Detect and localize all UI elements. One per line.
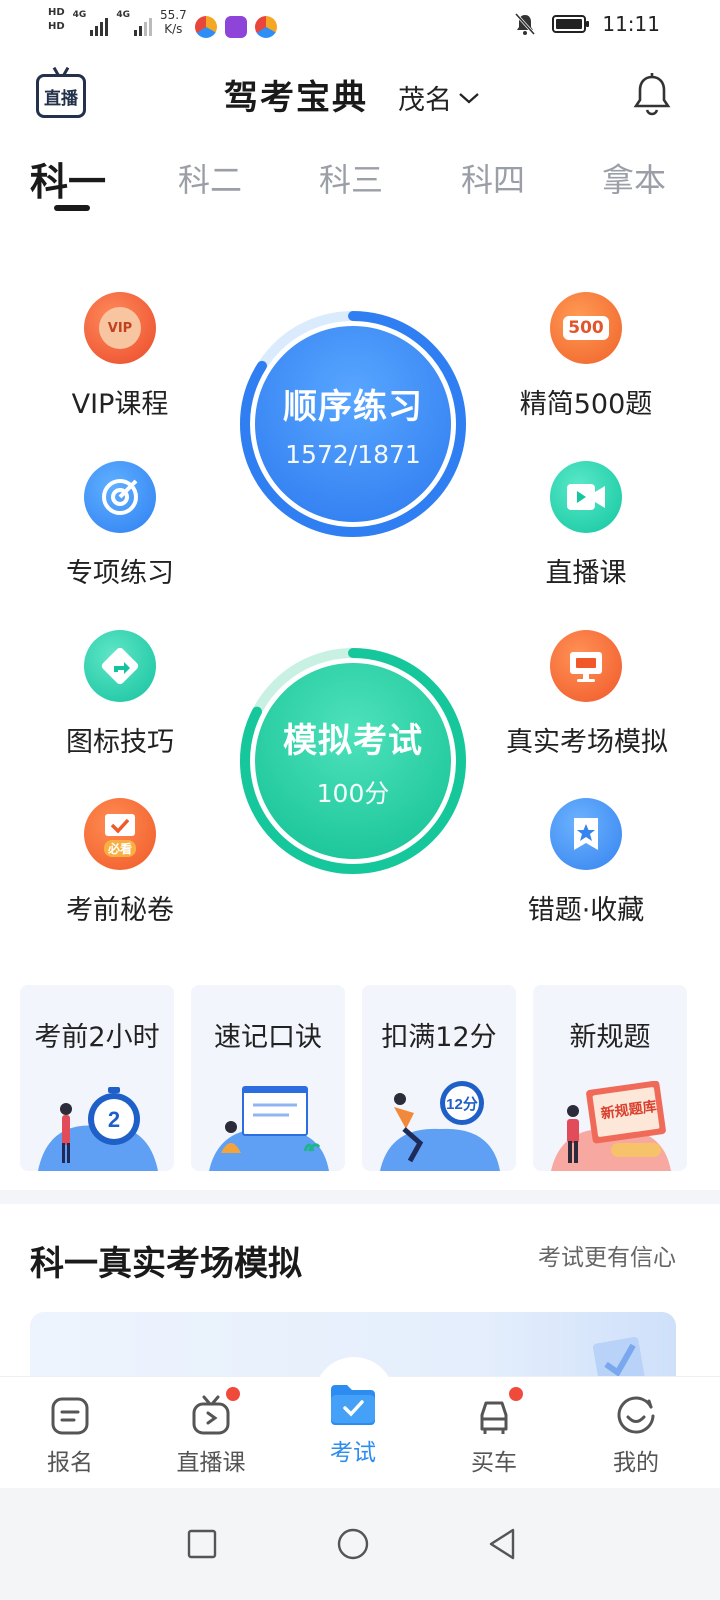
hd-indicator: HD HD [48,7,65,32]
app-notification-icon [224,16,247,38]
nav-exam[interactable]: 考试 [303,1377,403,1489]
vip-course-label: VIP课程 [71,389,169,420]
bookmark-star-icon [550,798,622,870]
real-exam-sim-item[interactable]: 真实考场模拟 [506,630,668,759]
app-notification-icon [254,16,277,38]
simple-500-item[interactable]: 500 精简500题 [506,292,666,421]
exam-folder-icon [327,1381,379,1427]
order-practice-title: 顺序练习 [283,387,423,427]
network-speed: 55.7 K/s [159,8,187,36]
quick-card-2-hours[interactable]: 考前2小时 2 [20,985,174,1171]
pre-exam-secret-label: 考前秘卷 [66,895,174,926]
notification-dot [226,1387,240,1401]
svg-text:12分: 12分 [446,1096,478,1113]
bell-icon[interactable] [632,72,672,118]
order-practice-progress: 1572/1871 [285,440,421,469]
quick-card-label: 扣满12分 [381,1022,497,1053]
app-notification-icon [194,16,217,38]
app-header: 直播 驾考宝典 茂名 [0,60,720,130]
real-exam-sim-label: 真实考场模拟 [506,727,668,758]
whiteboard-illustration [209,1086,329,1171]
signup-icon [49,1395,91,1437]
signal-2-icon: 4G [116,10,152,36]
tab-subject-3[interactable]: 科三 [319,155,383,201]
mistakes-favorites-item[interactable]: 错题·收藏 [506,798,666,927]
clock: 11:11 [602,12,660,36]
nav-signup-label: 报名 [47,1450,93,1476]
notification-dot [509,1387,523,1401]
quick-card-label: 新规题 [569,1022,651,1053]
mock-exam-title: 模拟考试 [283,720,423,761]
section-subtitle: 考试更有信心 [538,1245,676,1271]
vip-medal-icon: VIP [84,292,156,364]
tab-active-indicator [54,205,90,211]
status-bar: HD HD 4G 4G 55.7 K/s 11:11 [0,0,720,50]
trophy-500-icon: 500 [550,292,622,364]
simple-500-label: 精简500题 [519,389,653,420]
battery-icon [552,15,590,33]
order-practice-button[interactable]: 顺序练习 1572/1871 [237,308,469,540]
live-course-item[interactable]: 直播课 [506,461,666,590]
app-title: 驾考宝典 [224,78,368,118]
checklist-icon: 必看 [84,798,156,870]
sign-tips-label: 图标技巧 [66,727,174,758]
quick-card-label: 考前2小时 [34,1022,160,1053]
nav-buy-car-label: 买车 [471,1450,517,1476]
mistakes-favorites-label: 错题·收藏 [527,895,645,926]
nav-signup[interactable]: 报名 [20,1377,120,1489]
subject-tabs: 科一 科二 科三 科四 拿本 [0,155,720,215]
system-navigation-bar [0,1488,720,1600]
stopwatch-illustration: 2 [38,1087,158,1171]
section-divider [0,1190,720,1204]
nav-live-course-label: 直播课 [176,1450,246,1476]
special-practice-label: 专项练习 [66,558,174,589]
quick-card-mnemonics[interactable]: 速记口诀 [191,985,345,1171]
pre-exam-secret-item[interactable]: 必看 考前秘卷 [40,798,200,927]
monitor-icon [550,630,622,702]
nav-exam-label: 考试 [330,1440,376,1466]
live-tv-icon-label: 直播 [44,88,78,109]
road-sign-icon [84,630,156,702]
city-label: 茂名 [398,85,452,116]
tab-subject-2[interactable]: 科二 [178,155,242,201]
tab-license[interactable]: 拿本 [602,155,666,201]
target-icon [84,461,156,533]
bell-off-icon [515,12,536,36]
vip-course-item[interactable]: VIP VIP课程 [40,292,200,421]
special-practice-item[interactable]: 专项练习 [40,461,200,590]
signal-1-icon: 4G [73,10,109,36]
smile-icon [615,1395,657,1437]
recent-apps-icon[interactable] [186,1528,218,1560]
bottom-navigation: 报名 直播课 考试 买车 我的 [0,1357,720,1489]
live-tv-button[interactable]: 直播 [36,74,86,118]
nav-live-course[interactable]: 直播课 [161,1377,261,1489]
nav-buy-car[interactable]: 买车 [444,1377,544,1489]
quick-card-12-points[interactable]: 扣满12分 12分 [362,985,516,1171]
quick-card-label: 速记口诀 [214,1022,322,1053]
new-rules-book-illustration: 新规题库 [551,1081,671,1171]
svg-text:2: 2 [108,1107,120,1132]
back-icon[interactable] [486,1527,518,1561]
live-course-label: 直播课 [545,558,627,589]
nav-profile-label: 我的 [613,1450,659,1476]
nav-profile[interactable]: 我的 [586,1377,686,1489]
quick-card-new-rules[interactable]: 新规题 新规题库 [533,985,687,1171]
tab-subject-4[interactable]: 科四 [461,155,525,201]
video-icon [550,461,622,533]
car-icon [473,1387,523,1437]
mock-exam-button[interactable]: 模拟考试 100分 [237,645,469,877]
home-icon[interactable] [336,1527,370,1561]
city-selector[interactable]: 茂名 [398,78,480,117]
mock-exam-score: 100分 [316,778,390,808]
penalty-12-illustration: 12分 [380,1081,500,1171]
section-title: 科一真实考场模拟 [30,1244,302,1284]
sign-tips-item[interactable]: 图标技巧 [40,630,200,759]
chevron-down-icon [459,92,479,103]
tv-icon [190,1387,240,1437]
tab-subject-1[interactable]: 科一 [30,151,106,206]
